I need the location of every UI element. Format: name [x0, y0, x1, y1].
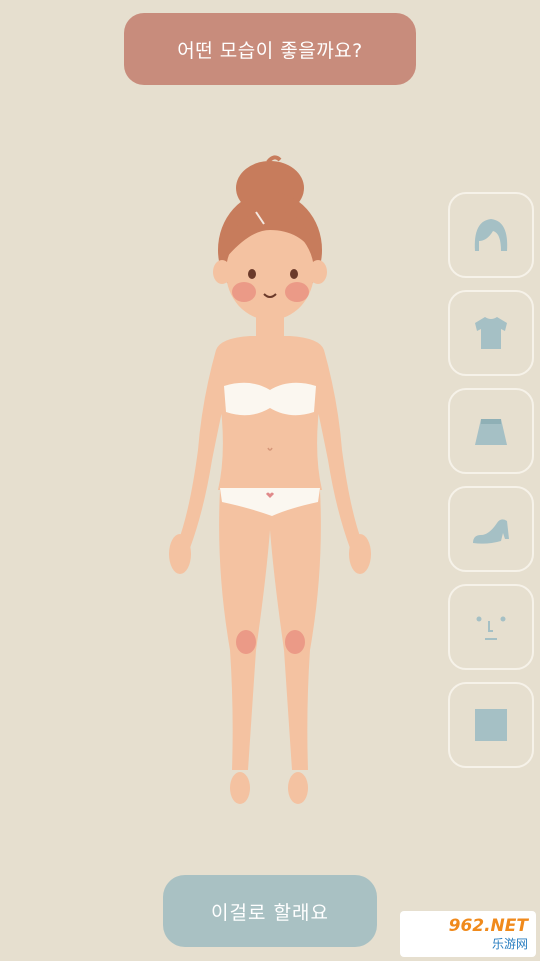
- character-figure: [150, 150, 390, 820]
- shoes-category-button[interactable]: [448, 486, 534, 572]
- face-category-button[interactable]: [448, 584, 534, 670]
- category-list: [448, 192, 536, 780]
- top-category-button[interactable]: [448, 290, 534, 376]
- character-illustration: [169, 155, 371, 804]
- question-text: 어떤 모습이 좋을까요?: [177, 39, 363, 62]
- watermark-line1: 962.NET: [448, 916, 528, 936]
- hair-category-button[interactable]: [448, 192, 534, 278]
- confirm-label: 이걸로 할래요: [211, 901, 329, 924]
- bottom-category-button[interactable]: [448, 388, 534, 474]
- skirt-icon: [475, 419, 507, 445]
- question-banner: 어떤 모습이 좋을까요?: [124, 13, 416, 85]
- hair-icon: [474, 219, 508, 251]
- background-category-button[interactable]: [448, 682, 534, 768]
- shoe-icon: [473, 519, 509, 544]
- shirt-icon: [475, 317, 507, 349]
- square-icon: [475, 709, 507, 741]
- face-icon: [476, 616, 506, 640]
- watermark-logo: 962.NET 乐游网: [400, 911, 536, 957]
- confirm-button[interactable]: 이걸로 할래요: [163, 875, 377, 947]
- watermark-line2: 乐游网: [491, 937, 528, 951]
